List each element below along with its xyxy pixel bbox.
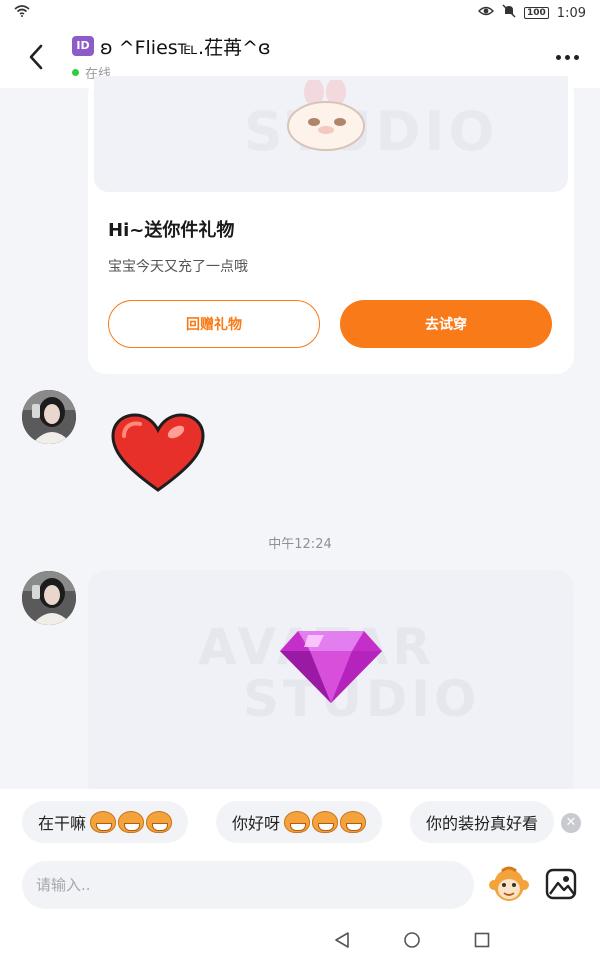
nav-back-icon[interactable] bbox=[333, 931, 351, 949]
sender-avatar[interactable] bbox=[22, 390, 76, 444]
mute-icon bbox=[502, 4, 516, 22]
message-input[interactable] bbox=[22, 861, 474, 909]
online-dot-icon bbox=[72, 68, 79, 76]
more-dots-icon bbox=[555, 54, 561, 60]
quick-reply-bar: 在干嘛 你好呀 你的装扮真好看 ✕ bbox=[0, 789, 600, 855]
system-nav-bar bbox=[0, 919, 600, 960]
gift-card: STUDIO Hi~送你件礼物 宝宝今天又充了一点哦 回赠礼物 去试穿 bbox=[88, 76, 574, 374]
image-button[interactable] bbox=[544, 867, 578, 901]
quick-reply-text: 你的装扮真好看 bbox=[426, 814, 539, 833]
back-arrow-icon bbox=[29, 44, 43, 70]
wifi-icon bbox=[14, 5, 30, 21]
quick-reply-chip[interactable]: 在干嘛 bbox=[22, 801, 189, 843]
contact-info[interactable]: ID ʚ ^Flies℡.茌苒^ɞ 在线 bbox=[72, 33, 271, 82]
more-button[interactable] bbox=[552, 44, 582, 70]
bunny-sticker-icon bbox=[287, 80, 365, 151]
nav-home-icon[interactable] bbox=[403, 931, 421, 949]
return-gift-button[interactable]: 回赠礼物 bbox=[108, 300, 320, 348]
gem-gift-card[interactable]: AVATAR STUDIO bbox=[88, 570, 574, 800]
clock: 1:09 bbox=[556, 5, 586, 21]
monkey-emoji-icon bbox=[284, 811, 367, 833]
eye-icon bbox=[478, 5, 494, 21]
quick-reply-text: 在干嘛 bbox=[38, 814, 87, 833]
nav-recents-icon[interactable] bbox=[473, 931, 491, 949]
gift-watermark: STUDIO bbox=[244, 100, 499, 163]
gift-image: STUDIO bbox=[94, 76, 568, 192]
image-icon bbox=[545, 868, 577, 900]
quick-reply-chip[interactable]: 你的装扮真好看 bbox=[410, 801, 555, 843]
heart-sticker[interactable] bbox=[110, 412, 206, 494]
status-bar: 100 1:09 bbox=[0, 0, 600, 26]
close-icon: ✕ bbox=[565, 815, 577, 830]
input-bar bbox=[0, 855, 600, 919]
try-on-button[interactable]: 去试穿 bbox=[340, 300, 552, 348]
sender-avatar[interactable] bbox=[22, 571, 76, 625]
quick-reply-chip[interactable]: 你好呀 bbox=[216, 801, 383, 843]
id-badge: ID bbox=[72, 36, 94, 56]
gift-subtitle: 宝宝今天又充了一点哦 bbox=[108, 259, 248, 275]
back-button[interactable] bbox=[0, 26, 72, 88]
contact-name: ʚ ^Flies℡.茌苒^ɞ bbox=[100, 36, 271, 59]
quick-reply-text: 你好呀 bbox=[232, 814, 281, 833]
heart-icon bbox=[111, 413, 205, 492]
gift-title: Hi~送你件礼物 bbox=[108, 220, 235, 241]
close-quick-replies-button[interactable]: ✕ bbox=[561, 813, 581, 833]
monkey-sticker-icon bbox=[489, 866, 529, 901]
gem-icon bbox=[280, 631, 382, 703]
message-timestamp: 中午12:24 bbox=[268, 537, 332, 552]
battery-icon: 100 bbox=[524, 7, 549, 19]
sticker-button[interactable] bbox=[488, 865, 530, 905]
monkey-emoji-icon bbox=[90, 811, 173, 833]
